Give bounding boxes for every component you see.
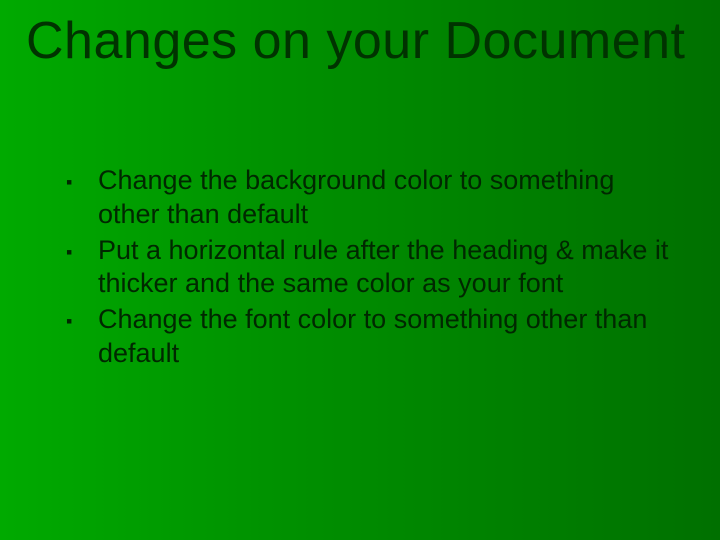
list-item: ▪ Put a horizontal rule after the headin… <box>66 234 680 302</box>
list-item-text: Change the font color to something other… <box>98 304 647 368</box>
bullet-icon: ▪ <box>66 241 72 264</box>
list-item: ▪ Change the background color to somethi… <box>66 164 680 232</box>
slide-content: ▪ Change the background color to somethi… <box>66 164 680 373</box>
slide: Changes on your Document ▪ Change the ba… <box>0 0 720 540</box>
list-item-text: Put a horizontal rule after the heading … <box>98 235 668 299</box>
slide-title: Changes on your Document <box>26 14 686 69</box>
bullet-icon: ▪ <box>66 310 72 333</box>
list-item: ▪ Change the font color to something oth… <box>66 303 680 371</box>
list-item-text: Change the background color to something… <box>98 165 614 229</box>
bullet-icon: ▪ <box>66 171 72 194</box>
